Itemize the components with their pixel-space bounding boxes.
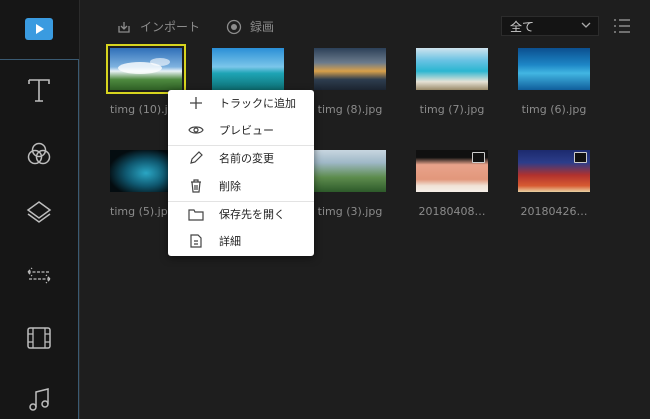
sidebar-item-media[interactable] bbox=[0, 0, 79, 60]
sidebar-item-filters[interactable] bbox=[22, 137, 56, 171]
menu-item-open-location[interactable]: 保存先を開く bbox=[168, 203, 314, 225]
media-label: 20180408… bbox=[418, 205, 486, 218]
menu-item-rename[interactable]: 名前の変更 bbox=[168, 147, 314, 169]
chevron-down-icon bbox=[581, 22, 591, 28]
menu-item-label: 削除 bbox=[219, 180, 241, 193]
sidebar-item-overlays[interactable] bbox=[22, 196, 56, 230]
menu-item-label: プレビュー bbox=[219, 124, 274, 137]
media-label: timg (6).jpg bbox=[521, 103, 587, 116]
media-thumbnail[interactable] bbox=[416, 48, 488, 90]
media-thumbnail[interactable] bbox=[106, 44, 186, 94]
menu-item-label: トラックに追加 bbox=[219, 97, 296, 110]
menu-item-add-to-track[interactable]: トラックに追加 bbox=[168, 92, 314, 114]
media-label: timg (3).jpg bbox=[317, 205, 383, 218]
elements-icon bbox=[27, 327, 51, 349]
media-thumbnail[interactable] bbox=[314, 48, 386, 90]
overlays-icon bbox=[26, 201, 52, 223]
plus-icon bbox=[190, 97, 202, 109]
trash-icon bbox=[191, 179, 201, 193]
filters-icon bbox=[27, 142, 51, 165]
video-badge-icon bbox=[574, 152, 587, 163]
music-icon bbox=[29, 388, 49, 411]
menu-item-label: 詳細 bbox=[219, 235, 241, 248]
menu-item-details[interactable]: 詳細 bbox=[168, 230, 314, 252]
eye-icon bbox=[188, 126, 204, 134]
import-icon bbox=[118, 21, 130, 33]
list-view-icon[interactable] bbox=[613, 18, 631, 34]
media-label: timg (7).jpg bbox=[419, 103, 485, 116]
sidebar bbox=[0, 0, 80, 419]
media-icon bbox=[25, 18, 53, 40]
record-label: 録画 bbox=[250, 20, 275, 34]
menu-item-label: 保存先を開く bbox=[219, 208, 285, 221]
sidebar-item-transitions[interactable] bbox=[22, 258, 56, 292]
menu-divider bbox=[168, 145, 314, 146]
sidebar-item-text[interactable] bbox=[22, 73, 56, 107]
sidebar-item-elements[interactable] bbox=[22, 321, 56, 355]
menu-item-preview[interactable]: プレビュー bbox=[168, 119, 314, 141]
media-thumbnail[interactable] bbox=[518, 48, 590, 90]
media-label: 20180426… bbox=[520, 205, 588, 218]
landscape-image bbox=[118, 58, 170, 74]
import-label: インポート bbox=[140, 20, 201, 34]
context-menu: トラックに追加 プレビュー 名前の変更 削除 保存先を開く 詳細 bbox=[168, 90, 314, 256]
filter-select[interactable]: 全て bbox=[501, 16, 599, 36]
sidebar-divider bbox=[78, 59, 79, 419]
folder-icon bbox=[188, 209, 204, 221]
media-thumbnail[interactable] bbox=[416, 150, 488, 192]
record-button[interactable]: 録画 bbox=[226, 18, 274, 35]
menu-item-delete[interactable]: 削除 bbox=[168, 175, 314, 197]
import-button[interactable]: インポート bbox=[116, 18, 200, 35]
sidebar-item-music[interactable] bbox=[22, 383, 56, 417]
media-thumbnail[interactable] bbox=[518, 150, 590, 192]
record-icon bbox=[226, 19, 242, 34]
video-badge-icon bbox=[472, 152, 485, 163]
transitions-icon bbox=[27, 267, 51, 284]
media-label: timg (8).jpg bbox=[317, 103, 383, 116]
details-icon bbox=[190, 234, 202, 248]
text-icon bbox=[28, 79, 50, 102]
media-thumbnail[interactable] bbox=[314, 150, 386, 192]
media-thumbnail[interactable] bbox=[212, 48, 284, 90]
pencil-icon bbox=[190, 151, 203, 164]
menu-divider bbox=[168, 201, 314, 202]
filter-value: 全て bbox=[510, 20, 535, 34]
menu-item-label: 名前の変更 bbox=[219, 152, 274, 165]
